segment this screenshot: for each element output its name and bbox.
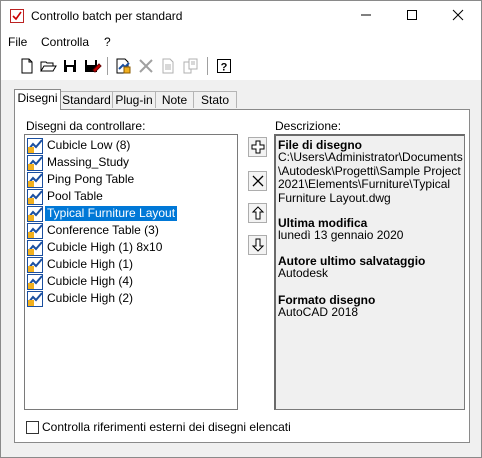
toolbar-separator xyxy=(107,57,108,75)
check-xrefs-checkbox[interactable] xyxy=(26,421,39,434)
toolbar-separator xyxy=(207,57,208,75)
drawing-file-icon xyxy=(27,206,43,222)
drawings-list-label: Disegni da controllare: xyxy=(26,119,146,133)
new-button[interactable] xyxy=(17,56,37,76)
add-drawing-side-button[interactable] xyxy=(248,137,267,157)
batch-standards-checker-window: Controllo batch per standard File Contro… xyxy=(0,0,482,458)
app-icon xyxy=(10,9,24,23)
save-icon xyxy=(64,60,76,72)
menu-help[interactable]: ? xyxy=(104,35,111,49)
list-item-label: Cubicle High (1) xyxy=(47,257,134,271)
toolbar: ? xyxy=(1,52,481,81)
menu-controlla[interactable]: Controlla xyxy=(41,35,89,49)
remove-drawing-side-button[interactable] xyxy=(248,171,267,191)
tab-disegni[interactable]: Disegni xyxy=(14,89,61,110)
move-up-doc-button[interactable] xyxy=(158,56,178,76)
open-icon xyxy=(40,61,57,72)
list-item-label: Cubicle High (1) 8x10 xyxy=(47,240,163,254)
file-path-line: \Autodesk\Progetti\Sample Project xyxy=(278,163,461,178)
window-title: Controllo batch per standard xyxy=(31,9,183,23)
drawing-file-icon xyxy=(27,274,43,290)
list-item-label: Cubicle High (4) xyxy=(47,274,134,288)
add-drawing-icon xyxy=(116,58,131,74)
file-path-line: C:\Users\Administrator\Documents xyxy=(278,150,463,164)
menu-file[interactable]: File xyxy=(8,35,27,49)
list-item-label: Cubicle Low (8) xyxy=(47,138,131,152)
list-item-label: Cubicle High (2) xyxy=(47,291,134,305)
minimize-icon xyxy=(361,14,371,16)
new-icon xyxy=(21,58,33,74)
drawings-list[interactable]: Cubicle Low (8) Massing_Study Ping Pong … xyxy=(24,134,238,410)
maximize-icon xyxy=(407,10,417,20)
remove-button[interactable] xyxy=(136,56,156,76)
title-bar: Controllo batch per standard xyxy=(1,1,481,32)
check-xrefs-label: Controlla riferimenti esterni dei disegn… xyxy=(42,420,291,434)
move-down-button[interactable] xyxy=(248,235,267,255)
arrow-down-icon xyxy=(251,238,265,252)
plus-icon xyxy=(251,140,265,154)
tab-standard[interactable]: Standard xyxy=(60,91,113,108)
drawing-file-icon xyxy=(27,155,43,171)
save-as-icon xyxy=(85,60,102,73)
move-up-button[interactable] xyxy=(248,203,267,223)
add-drawing-button[interactable] xyxy=(113,56,133,76)
save-button[interactable] xyxy=(60,56,80,76)
drawing-file-icon xyxy=(27,172,43,188)
list-item-label: Massing_Study xyxy=(47,155,130,169)
move-down-doc-icon xyxy=(183,58,198,74)
modified-value: lunedì 13 gennaio 2020 xyxy=(278,228,404,242)
menu-bar: File Controlla ? xyxy=(1,32,481,52)
list-item-label: Pool Table xyxy=(47,189,103,203)
author-value: Autodesk xyxy=(278,266,329,280)
drawing-file-icon xyxy=(27,240,43,256)
minimize-button[interactable] xyxy=(343,1,389,32)
drawing-file-icon xyxy=(27,189,43,205)
list-item-label: Conference Table (3) xyxy=(47,223,159,237)
tab-stato[interactable]: Stato xyxy=(193,91,237,108)
list-item-label: Typical Furniture Layout xyxy=(45,206,178,221)
maximize-button[interactable] xyxy=(389,1,435,32)
remove-icon xyxy=(139,59,153,73)
tab-plug-in[interactable]: Plug-in xyxy=(112,91,156,108)
svg-text:?: ? xyxy=(221,62,228,74)
drawing-file-icon xyxy=(27,138,43,154)
drawing-file-icon xyxy=(27,257,43,273)
open-button[interactable] xyxy=(38,56,58,76)
move-down-doc-button[interactable] xyxy=(181,56,201,76)
drawing-file-icon xyxy=(27,223,43,239)
move-up-doc-icon xyxy=(162,58,174,74)
file-path-line: 2021\Elements\Furniture\Typical xyxy=(278,177,451,191)
arrow-up-icon xyxy=(251,206,265,220)
help-icon: ? xyxy=(217,59,231,74)
list-item-label: Ping Pong Table xyxy=(47,172,135,186)
description-label: Descrizione: xyxy=(275,119,342,133)
save-as-button[interactable] xyxy=(82,56,102,76)
file-path-line: Furniture Layout.dwg xyxy=(278,190,391,205)
description-box: File di disegno C:\Users\Administrator\D… xyxy=(274,134,465,410)
tab-note[interactable]: Note xyxy=(155,91,194,108)
close-icon xyxy=(452,9,464,21)
help-button[interactable]: ? xyxy=(214,56,234,76)
drawing-file-icon xyxy=(27,291,43,307)
remove-x-icon xyxy=(252,175,264,187)
close-button[interactable] xyxy=(435,1,481,32)
format-value: AutoCAD 2018 xyxy=(278,305,359,319)
